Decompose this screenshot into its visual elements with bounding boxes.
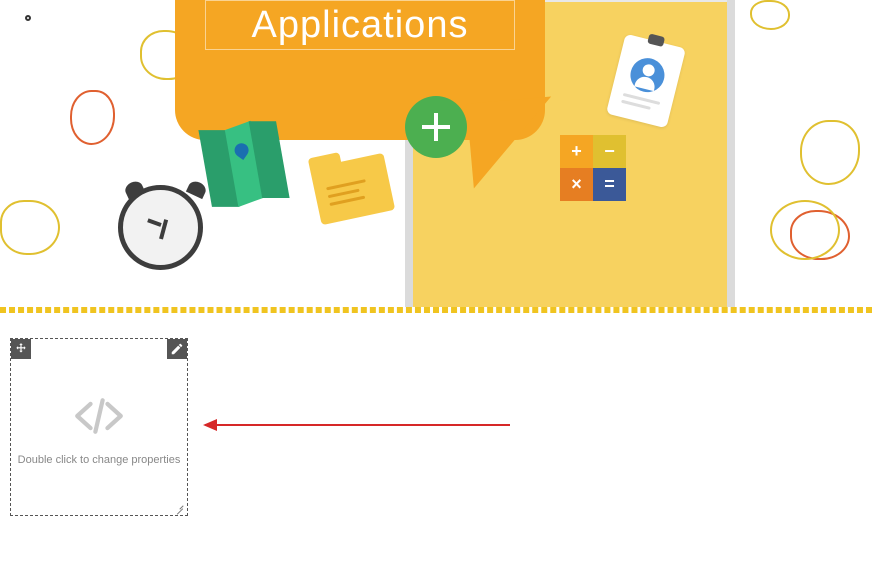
calc-minus: − (593, 135, 626, 168)
decorative-shape (70, 90, 115, 145)
decorative-shape (0, 200, 60, 255)
move-handle[interactable] (11, 339, 31, 359)
hero-banner: Applications + − × = (0, 0, 872, 307)
calc-plus: + (560, 135, 593, 168)
pencil-icon (170, 342, 184, 356)
annotation-arrow (205, 424, 510, 426)
decorative-shape (25, 15, 31, 21)
calc-eq: = (593, 168, 626, 201)
decorative-shape (800, 120, 860, 185)
decorative-shape (770, 200, 840, 260)
calculator-icon: + − × = (560, 135, 626, 201)
code-icon (70, 394, 128, 443)
edit-handle[interactable] (167, 339, 187, 359)
move-icon (14, 342, 28, 356)
widget-hint-text: Double click to change properties (11, 454, 187, 466)
folder-icon (310, 153, 395, 225)
html-widget-placeholder[interactable]: Double click to change properties (10, 338, 188, 516)
hero-title-box[interactable]: Applications (205, 0, 515, 50)
title-bubble-tail (466, 96, 558, 188)
add-icon (405, 96, 467, 158)
map-icon (199, 119, 289, 209)
section-divider (0, 307, 872, 313)
calc-mult: × (560, 168, 593, 201)
decorative-shape (750, 0, 790, 30)
hero-title: Applications (252, 4, 469, 47)
